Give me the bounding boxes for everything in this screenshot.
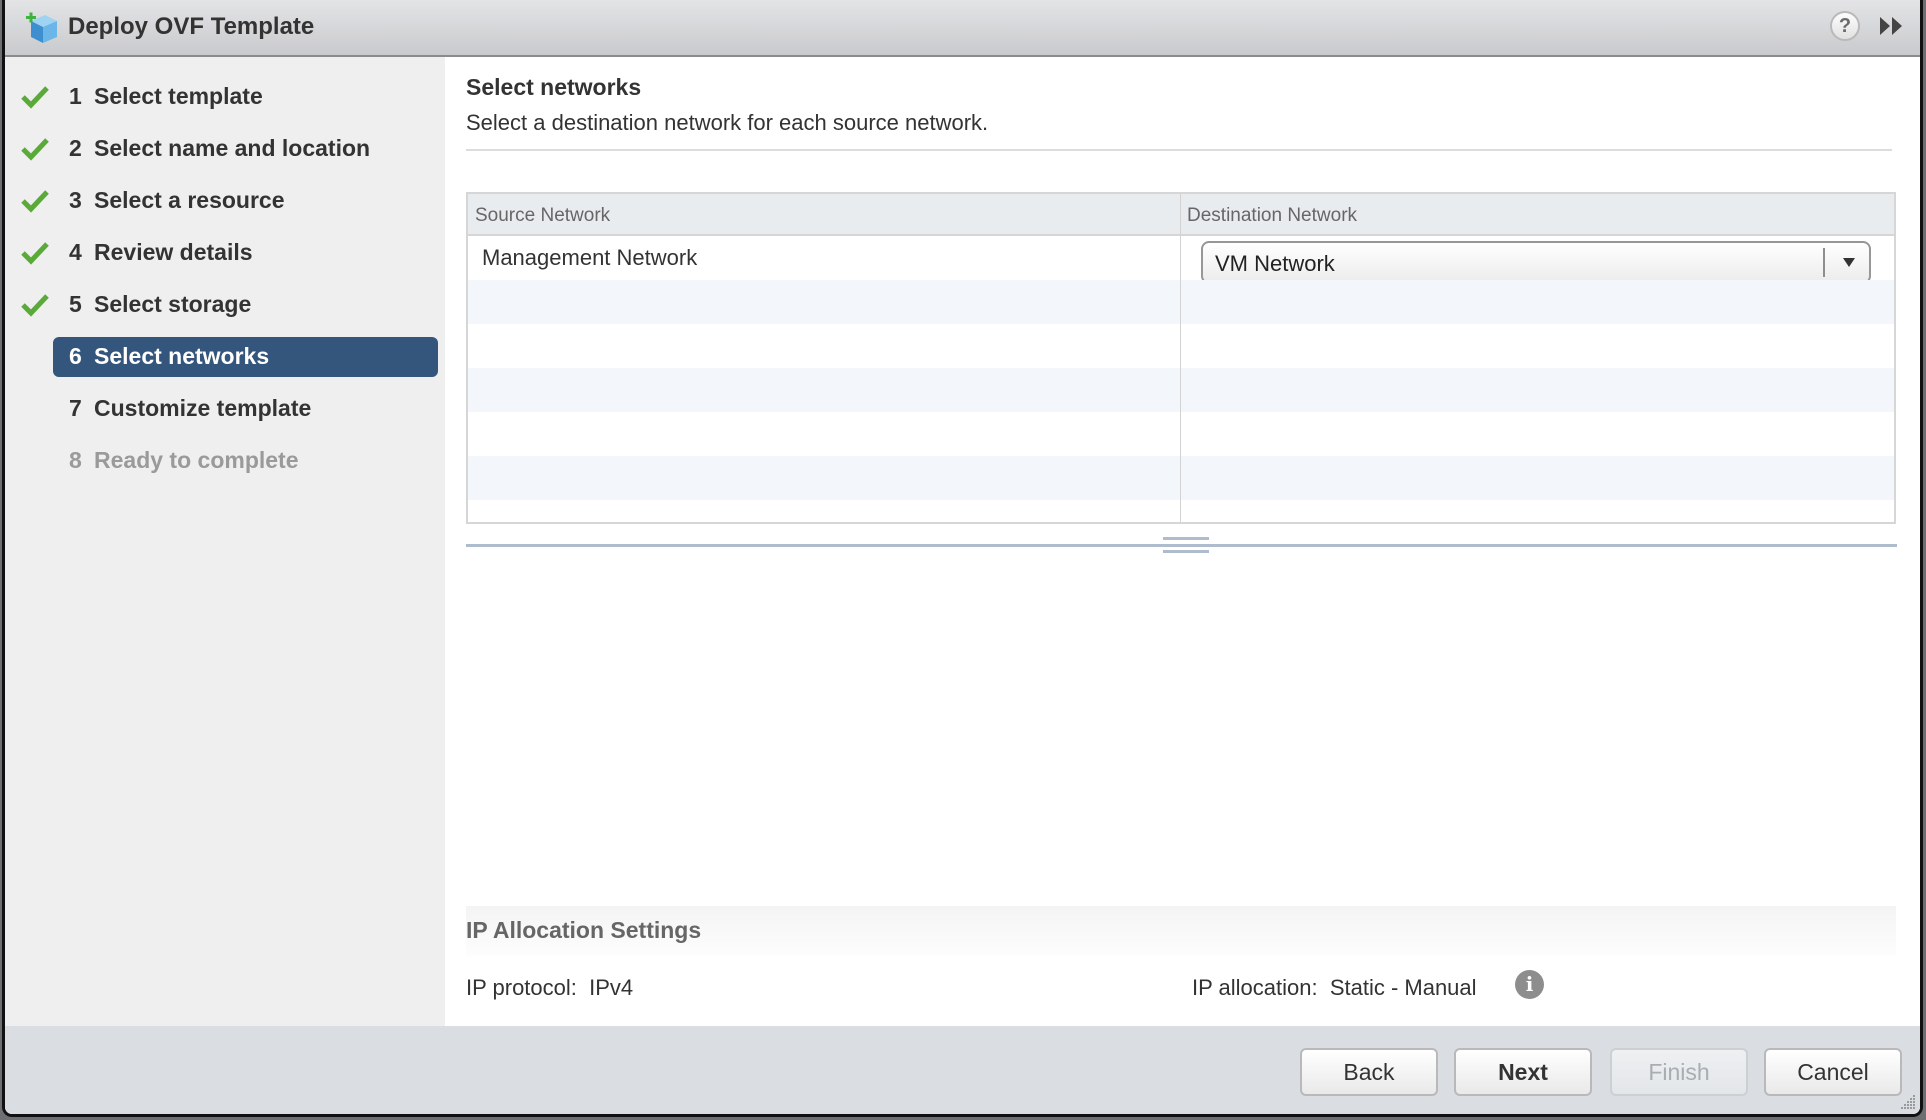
back-button[interactable]: Back xyxy=(1300,1048,1438,1096)
wizard-step-3[interactable]: 3 Select a resource xyxy=(5,181,445,221)
ip-settings-title: IP Allocation Settings xyxy=(466,917,702,943)
table-header: Source Network Destination Network xyxy=(468,194,1894,236)
step-label: Review details xyxy=(94,239,253,265)
wizard-step-7[interactable]: 7 Customize template xyxy=(5,389,445,429)
dialog-title: Deploy OVF Template xyxy=(68,13,315,40)
wizard-step-6[interactable]: 6 Select networks xyxy=(5,337,445,377)
step-label: Select a resource xyxy=(94,187,285,213)
column-header-source[interactable]: Source Network xyxy=(475,205,610,227)
info-icon[interactable]: i xyxy=(1515,970,1544,999)
splitter-grip-icon[interactable] xyxy=(1163,537,1209,554)
ovf-deploy-icon xyxy=(26,12,57,43)
ip-protocol: IP protocol: IPv4 xyxy=(466,975,633,1001)
step-number: 7 xyxy=(69,395,82,421)
wizard-step-1[interactable]: 1 Select template xyxy=(5,77,445,117)
column-header-destination[interactable]: Destination Network xyxy=(1187,205,1357,227)
wizard-step-4[interactable]: 4 Review details xyxy=(5,233,445,273)
header-divider xyxy=(466,149,1892,151)
step-label: Ready to complete xyxy=(94,447,299,473)
checkmark-icon xyxy=(21,242,49,265)
checkmark-icon xyxy=(21,294,49,317)
ip-allocation-value: Static - Manual xyxy=(1329,975,1477,1000)
step-label: Select template xyxy=(94,83,263,109)
step-label: Select storage xyxy=(94,291,252,317)
empty-row xyxy=(468,368,1894,412)
column-divider[interactable] xyxy=(1180,194,1181,522)
table-row[interactable]: Management Network VM Network xyxy=(468,236,1894,284)
main-panel: Select networks Select a destination net… xyxy=(445,57,1920,1026)
chevron-down-icon[interactable] xyxy=(1843,258,1855,267)
step-label: Select networks xyxy=(94,343,270,369)
wizard-steps: 1 Select template 2 Select name and locatio… xyxy=(5,57,445,1026)
next-button[interactable]: Next xyxy=(1454,1048,1592,1096)
page-subtitle: Select a destination network for each so… xyxy=(466,110,989,135)
destination-network-value: VM Network xyxy=(1215,251,1335,276)
destination-network-select[interactable]: VM Network xyxy=(1201,241,1871,284)
empty-row xyxy=(468,324,1894,368)
ip-allocation: IP allocation: Static - Manual xyxy=(1192,975,1477,1001)
step-number: 5 xyxy=(69,291,82,317)
page-title: Select networks xyxy=(466,74,642,100)
empty-row xyxy=(468,456,1894,500)
finish-button: Finish xyxy=(1610,1048,1748,1096)
wizard-step-8: 8 Ready to complete xyxy=(5,441,445,481)
step-number: 1 xyxy=(69,83,82,109)
step-label: Select name and location xyxy=(94,135,371,161)
cancel-button[interactable]: Cancel xyxy=(1764,1048,1902,1096)
wizard-step-2[interactable]: 2 Select name and location xyxy=(5,129,445,169)
help-icon[interactable]: ? xyxy=(1830,11,1860,41)
network-mapping-table: Source Network Destination Network Manag… xyxy=(466,192,1896,524)
empty-row xyxy=(468,280,1894,324)
step-label: Customize template xyxy=(94,395,312,421)
step-number: 2 xyxy=(69,135,82,161)
resize-grip-icon[interactable] xyxy=(1900,1094,1916,1110)
checkmark-icon xyxy=(21,138,49,161)
wizard-step-5[interactable]: 5 Select storage xyxy=(5,285,445,325)
step-number: 4 xyxy=(69,239,82,265)
ip-protocol-value: IPv4 xyxy=(589,975,634,1000)
dialog-footer: Back Next Finish Cancel xyxy=(5,1026,1920,1114)
step-number: 3 xyxy=(69,187,82,213)
title-bar: Deploy OVF Template ? xyxy=(5,0,1920,57)
empty-row xyxy=(468,412,1894,456)
step-number: 6 xyxy=(69,343,82,369)
checkmark-icon xyxy=(21,190,49,213)
deploy-ovf-dialog: Deploy OVF Template ? 1 Select template 2 S… xyxy=(2,0,1923,1117)
double-chevron-right-icon[interactable] xyxy=(1878,14,1906,38)
ip-protocol-label: IP protocol: xyxy=(466,975,577,1000)
select-separator xyxy=(1823,248,1825,277)
ip-allocation-label: IP allocation: xyxy=(1192,975,1318,1000)
checkmark-icon xyxy=(21,86,49,109)
step-number: 8 xyxy=(69,447,82,473)
source-network-cell: Management Network xyxy=(482,245,698,270)
